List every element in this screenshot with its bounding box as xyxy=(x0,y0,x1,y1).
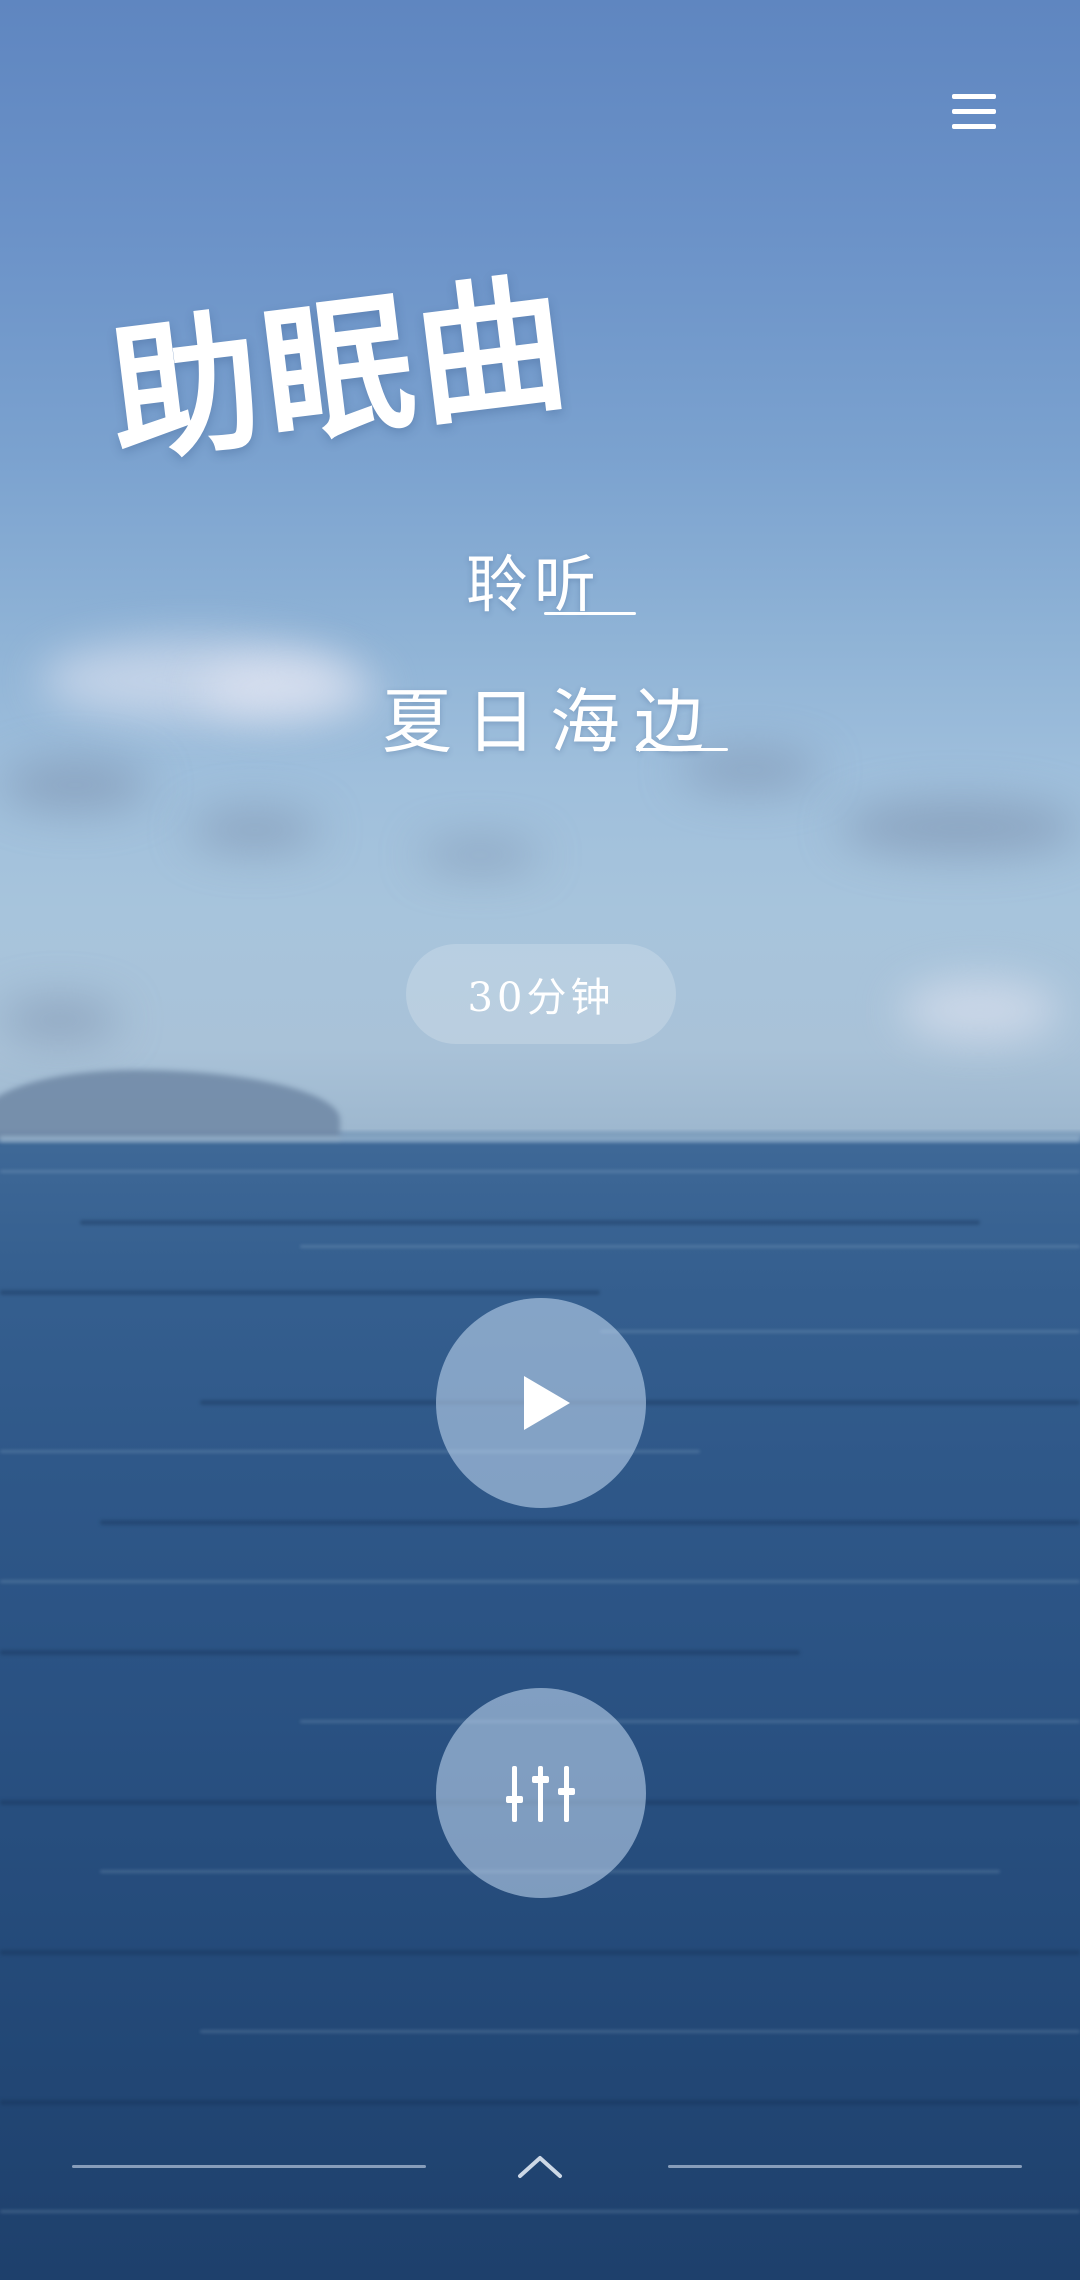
bottom-divider-left xyxy=(72,2165,426,2168)
page-title: 助眠曲 xyxy=(100,256,581,486)
equalizer-sliders-icon xyxy=(506,1766,576,1822)
subtitle-summer-beach: 夏日海边 xyxy=(382,681,718,763)
distant-island xyxy=(0,1070,340,1140)
play-icon xyxy=(524,1376,570,1430)
horizon-line xyxy=(0,1136,1080,1142)
duration-button[interactable]: 30分钟 xyxy=(406,944,676,1044)
sound-mixer-button[interactable] xyxy=(436,1688,646,1898)
subtitle-underline xyxy=(544,612,636,615)
play-button[interactable] xyxy=(436,1298,646,1508)
chevron-up-icon[interactable] xyxy=(516,2152,564,2180)
subtitle-underline xyxy=(636,748,728,751)
screen: 助眠曲 聆听 夏日海边 30分钟 xyxy=(0,0,1080,2280)
subtitle-listen: 聆听 xyxy=(466,548,603,621)
duration-label: 30分钟 xyxy=(467,975,615,1021)
bottom-divider-right xyxy=(668,2165,1022,2168)
hamburger-menu-icon[interactable] xyxy=(944,84,1004,140)
